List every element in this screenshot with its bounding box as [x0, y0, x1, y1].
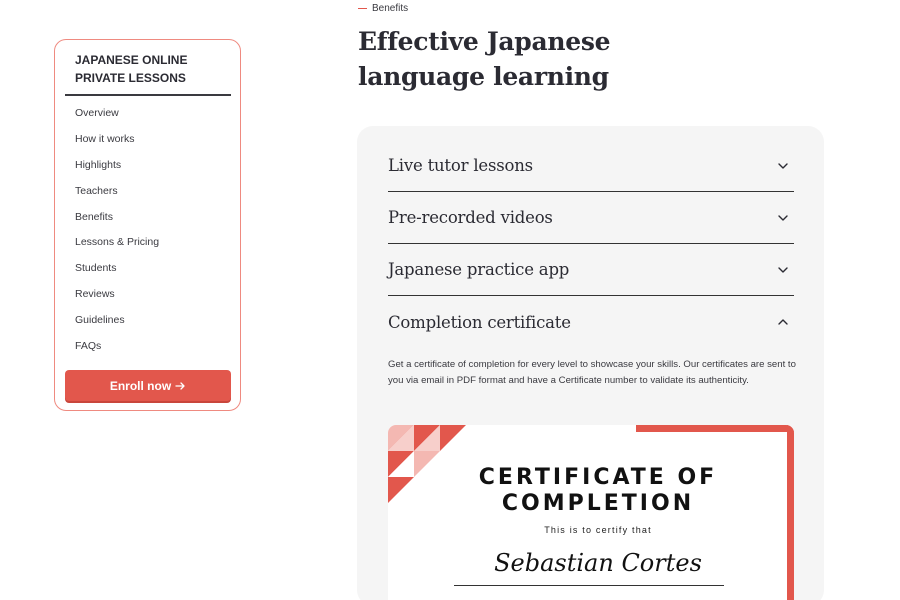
page-title-line1: Effective Japanese [358, 27, 611, 56]
sidebar-card: JAPANESE ONLINE PRIVATE LESSONS Overview… [54, 39, 241, 411]
chevron-down-icon [778, 266, 788, 273]
accordion-title: Pre-recorded videos [388, 208, 553, 227]
accordion-item-completion-certificate[interactable]: Completion certificate [388, 296, 794, 348]
sidebar-item-faqs[interactable]: FAQs [75, 338, 159, 364]
accordion-item-live-tutor-lessons[interactable]: Live tutor lessons [388, 140, 794, 192]
chevron-down-icon [778, 162, 788, 169]
enroll-now-label: Enroll now [109, 378, 172, 393]
sidebar-title: JAPANESE ONLINE PRIVATE LESSONS [75, 51, 225, 87]
certificate-title-line1: CERTIFICATE OF [478, 465, 718, 490]
sidebar-divider [65, 94, 231, 96]
accordion-title: Live tutor lessons [388, 156, 533, 175]
page-title-line2: language learning [358, 62, 609, 91]
certificate-preview-image: CERTIFICATE OF COMPLETION This is to cer… [388, 425, 794, 600]
sidebar-item-benefits[interactable]: Benefits [75, 209, 159, 235]
sidebar-item-students[interactable]: Students [75, 260, 159, 286]
chevron-down-icon [778, 214, 788, 221]
sidebar-item-lessons-pricing[interactable]: Lessons & Pricing [75, 234, 159, 260]
accordion-title: Completion certificate [388, 312, 571, 332]
sidebar-item-how-it-works[interactable]: How it works [75, 131, 159, 157]
certificate-top-bar [636, 425, 794, 432]
sidebar-title-line2: PRIVATE LESSONS [75, 71, 186, 85]
sidebar-item-reviews[interactable]: Reviews [75, 286, 159, 312]
enroll-now-button[interactable]: Enroll now [65, 370, 231, 401]
certificate-title-line2: COMPLETION [501, 491, 695, 516]
certificate-subtitle: This is to certify that [544, 525, 652, 535]
certificate-title: CERTIFICATE OF COMPLETION [438, 465, 758, 517]
accordion-title: Japanese practice app [388, 260, 570, 279]
sidebar-item-highlights[interactable]: Highlights [75, 157, 159, 183]
accordion-item-pre-recorded-videos[interactable]: Pre-recorded videos [388, 192, 794, 244]
certificate-name-underline [454, 585, 724, 586]
chevron-up-icon [778, 319, 788, 325]
sidebar-item-teachers[interactable]: Teachers [75, 183, 159, 209]
accordion-body-text: Get a certificate of completion for ever… [388, 359, 796, 386]
eyebrow-label: Benefits [372, 3, 409, 14]
section-eyebrow: Benefits [358, 3, 408, 14]
sidebar-nav-list: Overview How it works Highlights Teacher… [75, 105, 159, 364]
benefits-accordion-panel: Live tutor lessons Pre-recorded videos J… [357, 126, 824, 600]
eyebrow-dash [358, 7, 367, 10]
certificate-right-bar [787, 425, 794, 600]
sidebar-item-overview[interactable]: Overview [75, 105, 159, 131]
accordion-item-japanese-practice-app[interactable]: Japanese practice app [388, 244, 794, 296]
page-title: Effective Japanese language learning [358, 24, 658, 94]
sidebar-title-line1: JAPANESE ONLINE [75, 53, 188, 67]
sidebar-item-guidelines[interactable]: Guidelines [75, 312, 159, 338]
arrow-right-icon [175, 381, 185, 390]
certificate-recipient-name: Sebastian Cortes [494, 549, 702, 577]
